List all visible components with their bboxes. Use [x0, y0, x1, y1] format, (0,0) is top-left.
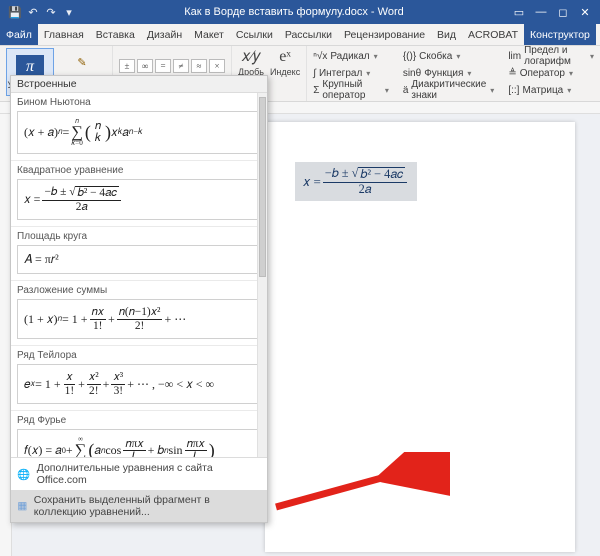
gallery-item-binom[interactable]: Бином Ньютона (𝑥 + 𝑎)𝑛 = 𝑛∑𝑘=0 (𝑛𝑘) 𝑥𝑘𝑎𝑛… [11, 93, 267, 161]
close-icon[interactable]: ✕ [578, 6, 592, 19]
tab-view[interactable]: Вид [431, 24, 462, 45]
gallery-item-fourier[interactable]: Ряд Фурье 𝑓(𝑥) = 𝑎0 + ∞∑𝑛=1 (𝑎𝑛 cos 𝑛π𝑥𝐿… [11, 411, 267, 457]
tab-constructor[interactable]: Конструктор [524, 24, 596, 45]
symbol-infty[interactable]: ∞ [137, 59, 153, 73]
ribbon-options-icon[interactable]: ▭ [512, 6, 526, 19]
index-label: Индекс [270, 67, 300, 77]
gallery-item-formula: 𝑥 = −𝑏 ± 𝑏² − 4𝑎𝑐 2𝑎 [17, 179, 261, 220]
quick-access-toolbar: 💾 ↶ ↷ ▾ [4, 5, 76, 19]
gallery-item-sum-expansion[interactable]: Разложение суммы (1 + 𝑥)𝑛 = 1 + 𝑛𝑥1! + 𝑛… [11, 281, 267, 346]
symbol-approx[interactable]: ≈ [191, 59, 207, 73]
gallery-item-label: Квадратное уравнение [17, 165, 261, 176]
gallery-item-formula: (1 + 𝑥)𝑛 = 1 + 𝑛𝑥1! + 𝑛(𝑛−1)𝑥²2! + ⋯ [17, 299, 261, 339]
matrix-button[interactable]: [::] Матрица [508, 82, 594, 98]
save-fragment-icon: ▦ [17, 499, 28, 513]
symbol-mul[interactable]: × [209, 59, 225, 73]
group-structures: ⁿ√x Радикал ∫ Интеграл Σ Крупный операто… [307, 46, 600, 101]
symbol-eq[interactable]: = [155, 59, 171, 73]
gallery-body: Бином Ньютона (𝑥 + 𝑎)𝑛 = 𝑛∑𝑘=0 (𝑛𝑘) 𝑥𝑘𝑎𝑛… [11, 93, 267, 457]
gallery-more-label: Дополнительные уравнения с сайта Office.… [37, 462, 261, 486]
tab-file[interactable]: Файл [0, 24, 38, 45]
gallery-header: Встроенные [11, 76, 267, 93]
equation-gallery: Встроенные Бином Ньютона (𝑥 + 𝑎)𝑛 = 𝑛∑𝑘=… [10, 75, 268, 523]
window-controls: ▭ — ◻ ✕ [512, 6, 596, 19]
gallery-save-selection[interactable]: ▦ Сохранить выделенный фрагмент в коллек… [11, 490, 267, 522]
gallery-item-label: Площадь круга [17, 231, 261, 242]
tab-acrobat[interactable]: ACROBAT [462, 24, 524, 45]
large-op-button[interactable]: Σ Крупный оператор [313, 82, 389, 98]
gallery-more-link[interactable]: 🌐 Дополнительные уравнения с сайта Offic… [11, 458, 267, 490]
fraction-icon[interactable]: 𝑥⁄𝑦 [238, 48, 264, 66]
bracket-button[interactable]: {()} Скобка [403, 48, 494, 64]
minimize-icon[interactable]: — [534, 6, 548, 18]
gallery-item-area-circle[interactable]: Площадь круга 𝐴 = π𝑟² [11, 227, 267, 281]
equation-object[interactable]: 𝑥 = −𝑏 ± 𝑏² − 4𝑎𝑐 2𝑎 [295, 162, 417, 201]
tab-layout[interactable]: Макет [188, 24, 230, 45]
index-icon[interactable]: eˣ [270, 48, 300, 66]
gallery-item-formula: 𝑓(𝑥) = 𝑎0 + ∞∑𝑛=1 (𝑎𝑛 cos 𝑛π𝑥𝐿 + 𝑏𝑛 sin … [17, 429, 261, 457]
save-icon[interactable]: 💾 [8, 5, 22, 19]
ribbon-tabs: Файл Главная Вставка Дизайн Макет Ссылки… [0, 24, 600, 46]
tab-insert[interactable]: Вставка [90, 24, 141, 45]
gallery-item-formula: 𝑒𝑥 = 1 + 𝑥1! + 𝑥²2! + 𝑥³3! + ⋯ , −∞ < 𝑥 … [17, 364, 261, 404]
title-bar: 💾 ↶ ↷ ▾ Как в Ворде вставить формулу.doc… [0, 0, 600, 24]
tab-mailings[interactable]: Рассылки [279, 24, 338, 45]
operator-button[interactable]: ≜ Оператор [508, 65, 594, 81]
tab-home[interactable]: Главная [38, 24, 90, 45]
window-title: Как в Ворде вставить формулу.docx - Word [76, 6, 512, 18]
qat-more-icon[interactable]: ▾ [62, 5, 76, 19]
symbol-pm[interactable]: ± [119, 59, 135, 73]
gallery-scrollbar[interactable] [257, 93, 267, 457]
gallery-item-taylor[interactable]: Ряд Тейлора 𝑒𝑥 = 1 + 𝑥1! + 𝑥²2! + 𝑥³3! +… [11, 346, 267, 411]
redo-icon[interactable]: ↷ [44, 5, 58, 19]
diacritic-button[interactable]: ä Диакритические знаки [403, 82, 494, 98]
tab-help[interactable]: ❔ Помощь [596, 24, 600, 45]
limit-log-button[interactable]: lim Предел и логарифм [508, 48, 594, 64]
gallery-item-label: Ряд Тейлора [17, 350, 261, 361]
gallery-item-label: Бином Ньютона [17, 97, 261, 108]
globe-icon: 🌐 [17, 467, 31, 481]
gallery-item-label: Ряд Фурье [17, 415, 261, 426]
gallery-save-label: Сохранить выделенный фрагмент в коллекци… [34, 494, 261, 518]
tab-references[interactable]: Ссылки [230, 24, 279, 45]
symbol-neq[interactable]: ≠ [173, 59, 189, 73]
gallery-footer: 🌐 Дополнительные уравнения с сайта Offic… [11, 457, 267, 522]
tab-review[interactable]: Рецензирование [338, 24, 431, 45]
page[interactable]: 𝑥 = −𝑏 ± 𝑏² − 4𝑎𝑐 2𝑎 [265, 122, 575, 552]
maximize-icon[interactable]: ◻ [556, 6, 570, 19]
pen-icon: ✎ [70, 51, 94, 75]
radical-button[interactable]: ⁿ√x Радикал [313, 48, 389, 64]
gallery-item-quadratic[interactable]: Квадратное уравнение 𝑥 = −𝑏 ± 𝑏² − 4𝑎𝑐 2… [11, 161, 267, 227]
gallery-item-formula: 𝐴 = π𝑟² [17, 245, 261, 274]
tab-design[interactable]: Дизайн [141, 24, 188, 45]
undo-icon[interactable]: ↶ [26, 5, 40, 19]
gallery-item-label: Разложение суммы [17, 285, 261, 296]
gallery-item-formula: (𝑥 + 𝑎)𝑛 = 𝑛∑𝑘=0 (𝑛𝑘) 𝑥𝑘𝑎𝑛−𝑘 [17, 111, 261, 154]
